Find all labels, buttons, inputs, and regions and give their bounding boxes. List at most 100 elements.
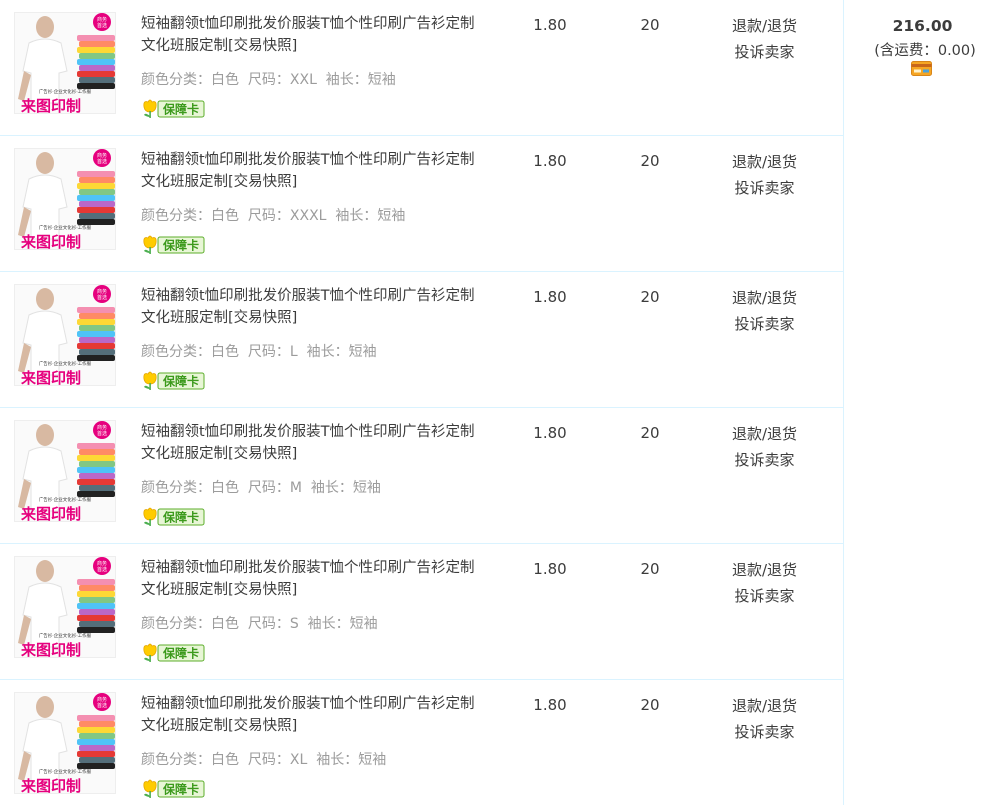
product-thumbnail[interactable]: 商务 首选 广告衫·企业文化衫·工作服 来图印制 <box>14 148 116 250</box>
svg-text:首选: 首选 <box>97 702 107 709</box>
complain-seller-link[interactable]: 投诉卖家 <box>722 449 807 470</box>
order-item-row: 商务 首选 广告衫·企业文化衫·工作服 来图印制 短袖翻领t恤印刷批发价服装T恤… <box>0 0 843 136</box>
guarantee-card-badge[interactable]: 保障卡 <box>141 642 205 664</box>
product-sku: 颜色分类：白色 尺码：XL 袖长：短袖 <box>141 752 387 768</box>
guarantee-card-badge[interactable]: 保障卡 <box>141 98 205 120</box>
thumb-subcaption: 广告衫·企业文化衫·工作服 <box>39 768 92 775</box>
complain-seller-link[interactable]: 投诉卖家 <box>722 585 807 606</box>
product-title-link[interactable]: 短袖翻领t恤印刷批发价服装T恤个性印刷广告衫定制文化班服定制[交易快照] <box>141 421 481 465</box>
svg-text:首选: 首选 <box>97 22 107 29</box>
thumb-subcaption: 广告衫·企业文化衫·工作服 <box>39 496 92 503</box>
product-thumbnail[interactable]: 商务 首选 广告衫·企业文化衫·工作服 来图印制 <box>14 284 116 386</box>
product-thumbnail-image: 商务 首选 广告衫·企业文化衫·工作服 来图印制 <box>15 13 115 114</box>
product-thumbnail[interactable]: 商务 首选 广告衫·企业文化衫·工作服 来图印制 <box>14 692 116 794</box>
thumb-caption: 来图印制 <box>20 369 81 386</box>
order-item-row: 商务 首选 广告衫·企业文化衫·工作服 来图印制 短袖翻领t恤印刷批发价服装T恤… <box>0 272 843 408</box>
complain-seller-link[interactable]: 投诉卖家 <box>722 41 807 62</box>
complain-seller-link[interactable]: 投诉卖家 <box>722 177 807 198</box>
order-item-row: 商务 首选 广告衫·企业文化衫·工作服 来图印制 短袖翻领t恤印刷批发价服装T恤… <box>0 136 843 272</box>
product-title-link[interactable]: 短袖翻领t恤印刷批发价服装T恤个性印刷广告衫定制文化班服定制[交易快照] <box>141 285 481 329</box>
unit-price: 1.80 <box>533 152 567 170</box>
tulip-icon <box>143 507 157 526</box>
quantity: 20 <box>640 696 660 714</box>
product-sku: 颜色分类：白色 尺码：S 袖长：短袖 <box>141 616 378 632</box>
tulip-icon <box>143 99 157 118</box>
quantity: 20 <box>640 288 660 306</box>
tulip-icon <box>143 235 157 254</box>
unit-price: 1.80 <box>533 424 567 442</box>
quantity: 20 <box>640 424 660 442</box>
tulip-icon <box>143 779 157 798</box>
thumb-caption: 来图印制 <box>20 233 81 250</box>
product-title-link[interactable]: 短袖翻领t恤印刷批发价服装T恤个性印刷广告衫定制文化班服定制[交易快照] <box>141 557 481 601</box>
guarantee-label: 保障卡 <box>162 646 199 661</box>
thumb-subcaption: 广告衫·企业文化衫·工作服 <box>39 632 92 639</box>
complain-seller-link[interactable]: 投诉卖家 <box>722 313 807 334</box>
thumb-subcaption: 广告衫·企业文化衫·工作服 <box>39 360 92 367</box>
thumb-badge-text: 商务 <box>97 288 107 295</box>
product-thumbnail-image: 商务 首选 广告衫·企业文化衫·工作服 来图印制 <box>15 693 115 794</box>
product-thumbnail-image: 商务 首选 广告衫·企业文化衫·工作服 来图印制 <box>15 421 115 522</box>
guarantee-label: 保障卡 <box>162 238 199 253</box>
refund-return-link[interactable]: 退款/退货 <box>722 287 807 308</box>
thumb-caption: 来图印制 <box>20 97 81 114</box>
quantity: 20 <box>640 152 660 170</box>
guarantee-label: 保障卡 <box>162 102 199 117</box>
unit-price: 1.80 <box>533 560 567 578</box>
quantity: 20 <box>640 16 660 34</box>
thumb-caption: 来图印制 <box>20 777 81 794</box>
guarantee-card-badge[interactable]: 保障卡 <box>141 234 205 256</box>
svg-text:首选: 首选 <box>97 430 107 437</box>
order-item-row: 商务 首选 广告衫·企业文化衫·工作服 来图印制 短袖翻领t恤印刷批发价服装T恤… <box>0 544 843 680</box>
product-thumbnail-image: 商务 首选 广告衫·企业文化衫·工作服 来图印制 <box>15 285 115 386</box>
product-thumbnail[interactable]: 商务 首选 广告衫·企业文化衫·工作服 来图印制 <box>14 12 116 114</box>
order-detail: 商务 首选 广告衫·企业文化衫·工作服 来图印制 短袖翻领t恤印刷批发价服装T恤… <box>0 0 1005 805</box>
product-thumbnail-image: 商务 首选 广告衫·企业文化衫·工作服 来图印制 <box>15 149 115 250</box>
guarantee-card-badge[interactable]: 保障卡 <box>141 778 205 800</box>
guarantee-label: 保障卡 <box>162 510 199 525</box>
refund-return-link[interactable]: 退款/退货 <box>722 15 807 36</box>
refund-return-link[interactable]: 退款/退货 <box>722 695 807 716</box>
thumb-badge-text: 商务 <box>97 696 107 703</box>
unit-price: 1.80 <box>533 288 567 306</box>
thumb-badge-text: 商务 <box>97 152 107 159</box>
complain-seller-link[interactable]: 投诉卖家 <box>722 721 807 742</box>
shipping-fee-note: (含运费：0.00) <box>874 43 976 59</box>
thumb-badge-text: 商务 <box>97 560 107 567</box>
product-title-link[interactable]: 短袖翻领t恤印刷批发价服装T恤个性印刷广告衫定制文化班服定制[交易快照] <box>141 149 481 193</box>
order-item-row: 商务 首选 广告衫·企业文化衫·工作服 来图印制 短袖翻领t恤印刷批发价服装T恤… <box>0 680 843 805</box>
order-total: 216.00 <box>892 17 953 35</box>
guarantee-label: 保障卡 <box>162 374 199 389</box>
product-thumbnail[interactable]: 商务 首选 广告衫·企业文化衫·工作服 来图印制 <box>14 556 116 658</box>
product-title-link[interactable]: 短袖翻领t恤印刷批发价服装T恤个性印刷广告衫定制文化班服定制[交易快照] <box>141 693 481 737</box>
refund-return-link[interactable]: 退款/退货 <box>722 423 807 444</box>
product-thumbnail-image: 商务 首选 广告衫·企业文化衫·工作服 来图印制 <box>15 557 115 658</box>
thumb-caption: 来图印制 <box>20 505 81 522</box>
product-thumbnail[interactable]: 商务 首选 广告衫·企业文化衫·工作服 来图印制 <box>14 420 116 522</box>
refund-return-link[interactable]: 退款/退货 <box>722 559 807 580</box>
thumb-badge-text: 商务 <box>97 16 107 23</box>
guarantee-label: 保障卡 <box>162 782 199 797</box>
guarantee-card-badge[interactable]: 保障卡 <box>141 370 205 392</box>
thumb-caption: 来图印制 <box>20 641 81 658</box>
svg-text:首选: 首选 <box>97 294 107 301</box>
guarantee-card-badge[interactable]: 保障卡 <box>141 506 205 528</box>
order-items-list: 商务 首选 广告衫·企业文化衫·工作服 来图印制 短袖翻领t恤印刷批发价服装T恤… <box>0 0 844 805</box>
refund-return-link[interactable]: 退款/退货 <box>722 151 807 172</box>
product-sku: 颜色分类：白色 尺码：M 袖长：短袖 <box>141 480 381 496</box>
credit-card-icon[interactable] <box>911 61 932 76</box>
unit-price: 1.80 <box>533 696 567 714</box>
product-sku: 颜色分类：白色 尺码：XXL 袖长：短袖 <box>141 72 396 88</box>
product-title-link[interactable]: 短袖翻领t恤印刷批发价服装T恤个性印刷广告衫定制文化班服定制[交易快照] <box>141 13 481 57</box>
unit-price: 1.80 <box>533 16 567 34</box>
quantity: 20 <box>640 560 660 578</box>
svg-text:首选: 首选 <box>97 566 107 573</box>
thumb-subcaption: 广告衫·企业文化衫·工作服 <box>39 88 92 95</box>
tulip-icon <box>143 371 157 390</box>
svg-text:首选: 首选 <box>97 158 107 165</box>
thumb-subcaption: 广告衫·企业文化衫·工作服 <box>39 224 92 231</box>
thumb-badge-text: 商务 <box>97 424 107 431</box>
tulip-icon <box>143 643 157 662</box>
order-item-row: 商务 首选 广告衫·企业文化衫·工作服 来图印制 短袖翻领t恤印刷批发价服装T恤… <box>0 408 843 544</box>
product-sku: 颜色分类：白色 尺码：XXXL 袖长：短袖 <box>141 208 406 224</box>
